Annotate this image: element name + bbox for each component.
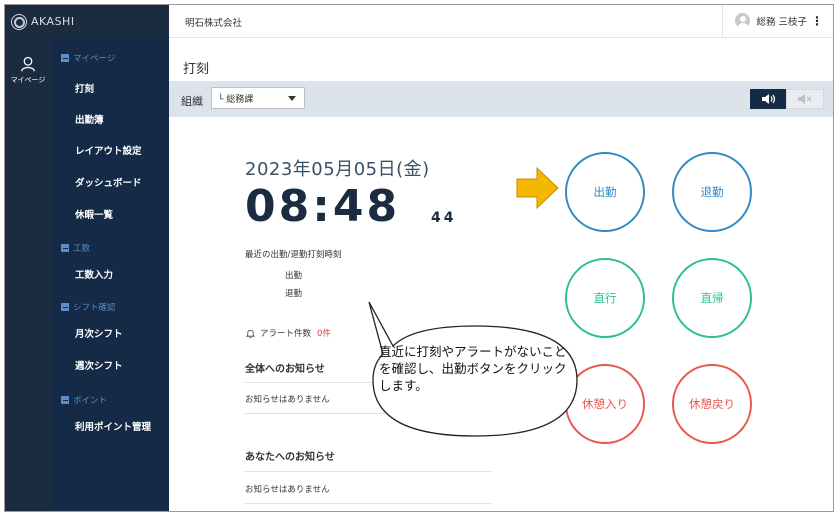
- rail-item-mypage[interactable]: マイページ: [5, 55, 51, 99]
- person-icon: [21, 56, 35, 72]
- sound-on-button[interactable]: [750, 89, 788, 109]
- chevron-down-icon: [288, 96, 296, 101]
- current-time: 08:48: [245, 181, 401, 232]
- recent-clock-in-label: 出勤: [285, 271, 303, 281]
- sidebar-item-weekly-shift[interactable]: 週次シフト: [75, 358, 123, 372]
- clock-out-button[interactable]: 退勤: [672, 152, 752, 232]
- collapse-square-icon: [61, 303, 69, 311]
- recent-clock-out-label: 退勤: [285, 289, 303, 299]
- sidebar-section-label: シフト確認: [73, 303, 116, 313]
- rail-active-indicator: [831, 63, 833, 81]
- direct-return-button[interactable]: 直帰: [672, 258, 752, 338]
- sidebar-section-label: マイページ: [73, 54, 116, 64]
- my-notices-empty: お知らせはありません: [245, 485, 330, 495]
- top-bar: 明石株式会社 総務 三枝子 ⋮: [169, 5, 833, 38]
- speaker-mute-icon: [798, 94, 812, 104]
- sidebar-item-leave-list[interactable]: 休暇一覧: [75, 207, 113, 221]
- org-select[interactable]: └ 総務課: [211, 87, 305, 109]
- sidebar-item-punch[interactable]: 打刻: [75, 81, 94, 95]
- alert-count-row: アラート件数 0件: [245, 327, 331, 339]
- break-end-button[interactable]: 休憩戻り: [672, 364, 752, 444]
- company-name: 明石株式会社: [185, 18, 243, 29]
- sidebar-item-monthly-shift[interactable]: 月次シフト: [75, 326, 123, 340]
- akashi-logo-icon: [11, 13, 27, 30]
- page-title: 打刻: [183, 62, 210, 77]
- sidebar-section-shift: シフト確認: [61, 301, 116, 313]
- sidebar-section-manhours: 工数: [61, 242, 90, 254]
- org-label: 組織: [181, 95, 203, 108]
- avatar: [735, 13, 751, 28]
- sidebar-item-points-management[interactable]: 利用ポイント管理: [75, 419, 151, 433]
- kebab-menu-icon[interactable]: ⋮: [811, 14, 823, 28]
- collapse-square-icon: [61, 396, 69, 404]
- sidebar-section-mypage: マイページ: [61, 52, 115, 64]
- sidebar-item-layout-settings[interactable]: レイアウト設定: [75, 143, 142, 157]
- app-window: AKASHI マイページ マイページ 打刻 出勤簿 レイアウト設定 ダッシュボー…: [4, 4, 834, 512]
- sidebar-menu: マイページ 打刻 出勤簿 レイアウト設定 ダッシュボード 休暇一覧 工数 工数入…: [51, 38, 169, 511]
- sidebar-section-label: 工数: [73, 244, 91, 254]
- sidebar-item-dashboard[interactable]: ダッシュボード: [75, 175, 142, 189]
- sidebar-item-manhour-input[interactable]: 工数入力: [75, 267, 113, 281]
- clock-in-button[interactable]: 出勤: [565, 152, 645, 232]
- all-notices-title: 全体へのお知らせ: [245, 364, 325, 375]
- user-menu[interactable]: 総務 三枝子: [735, 13, 807, 28]
- annotation-text: 直近に打刻やアラートがないことを確認し、出勤ボタンをクリックします。: [379, 344, 567, 393]
- logo-bar: AKASHI: [5, 5, 169, 38]
- current-seconds: 44: [431, 210, 457, 226]
- divider: [245, 503, 491, 504]
- collapse-square-icon: [61, 54, 69, 62]
- rail-item-label: マイページ: [10, 76, 46, 84]
- divider: [245, 471, 491, 472]
- alert-label: アラート件数: [260, 329, 312, 339]
- sound-off-button[interactable]: [786, 89, 824, 109]
- recent-punch-title: 最近の出勤/退勤打刻時刻: [245, 250, 342, 260]
- logo-text: AKASHI: [31, 15, 75, 28]
- speaker-on-icon: [762, 94, 776, 104]
- current-date: 2023年05月05日(金): [245, 159, 430, 180]
- alert-count: 0件: [317, 329, 331, 339]
- all-notices-empty: お知らせはありません: [245, 395, 330, 405]
- collapse-square-icon: [61, 244, 69, 252]
- sidebar-item-attendance-book[interactable]: 出勤簿: [75, 112, 104, 126]
- header-divider: [722, 5, 723, 38]
- org-select-value: └ 総務課: [218, 95, 254, 105]
- user-name: 総務 三枝子: [756, 16, 807, 28]
- right-arrow-icon: [516, 166, 559, 210]
- sidebar-section-label: ポイント: [73, 396, 108, 406]
- bell-icon: [245, 329, 256, 338]
- my-notices-title: あなたへのお知らせ: [245, 452, 335, 463]
- sidebar-section-points: ポイント: [61, 394, 107, 406]
- toolbar: 組織 └ 総務課: [169, 81, 833, 117]
